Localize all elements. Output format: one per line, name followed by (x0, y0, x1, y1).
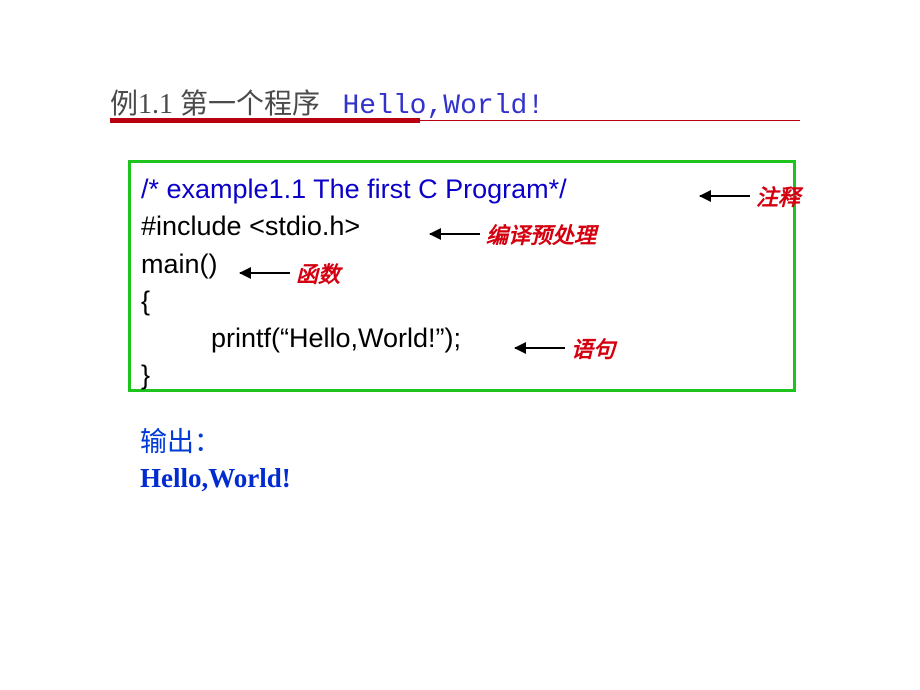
annotation-preprocess-label: 编译预处理 (486, 218, 596, 250)
annotation-function-label: 函数 (296, 257, 340, 289)
annotation-statement: 语句 (515, 332, 615, 364)
title-underline-thin (420, 120, 800, 121)
arrow-left-icon (700, 195, 750, 197)
annotation-comment-label: 注释 (756, 180, 800, 212)
annotation-comment: 注释 (700, 180, 800, 212)
code-box: /* example1.1 The first C Program*/ #inc… (128, 160, 796, 392)
code-line-main: main() (141, 246, 783, 283)
output-value: Hello,World! (140, 463, 291, 494)
arrow-left-icon (240, 272, 290, 274)
code-comment-text: /* example1.1 The first C Program*/ (141, 174, 567, 204)
code-line-comment: /* example1.1 The first C Program*/ (141, 171, 783, 208)
code-printf-text: printf(“Hello,World!”); (211, 323, 461, 353)
code-line-brace-close: } (141, 357, 783, 394)
title-prefix: 例1.1 第一个程序 (110, 89, 320, 120)
annotation-statement-label: 语句 (571, 332, 615, 364)
slide-container: 例1.1 第一个程序 Hello,World! /* example1.1 Th… (0, 0, 920, 690)
title-underline-thick (110, 118, 420, 123)
code-line-printf: printf(“Hello,World!”); (141, 320, 783, 357)
output-label: 输出： (140, 420, 291, 459)
slide-title: 例1.1 第一个程序 Hello,World! (110, 82, 810, 122)
arrow-left-icon (515, 347, 565, 349)
annotation-preprocess: 编译预处理 (430, 218, 596, 250)
arrow-left-icon (430, 233, 480, 235)
code-line-brace-open: { (141, 283, 783, 320)
annotation-function: 函数 (240, 257, 340, 289)
output-area: 输出： Hello,World! (140, 420, 291, 494)
